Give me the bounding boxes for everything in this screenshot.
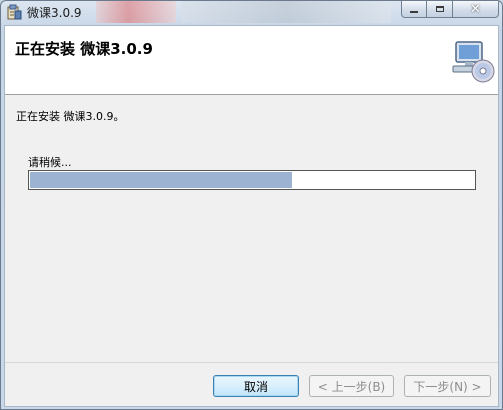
footer-divider (5, 362, 498, 363)
installer-app-icon (7, 4, 22, 20)
header-banner: 正在安装 微课3.0.9 (5, 26, 498, 95)
maximize-icon (435, 6, 444, 12)
install-progress-bar (28, 170, 476, 190)
title-bar[interactable]: 微课3.0.9 ✕ (1, 1, 502, 23)
page-title: 正在安装 微课3.0.9 (15, 40, 153, 58)
installer-window: 微课3.0.9 ✕ 正在安装 微课3.0.9 正在安装 微课3.0.9。 请稍候 (0, 0, 503, 410)
install-status-text: 正在安装 微课3.0.9。 (16, 110, 125, 123)
close-button[interactable]: ✕ (453, 1, 499, 18)
window-title: 微课3.0.9 (27, 6, 82, 20)
cancel-button[interactable]: 取消 (213, 375, 299, 397)
dialog-client-area: 正在安装 微课3.0.9 正在安装 微课3.0.9。 请稍候... 取消 < 上… (4, 25, 499, 407)
back-button[interactable]: < 上一步(B) (309, 375, 394, 397)
minimize-icon (410, 11, 418, 13)
computer-cd-icon (452, 41, 495, 83)
close-icon: ✕ (470, 1, 481, 17)
progress-fill (30, 172, 292, 188)
maximize-button[interactable] (427, 1, 453, 18)
minimize-button[interactable] (401, 1, 427, 18)
please-wait-label: 请稍候... (28, 156, 72, 169)
next-button[interactable]: 下一步(N) > (404, 375, 491, 397)
